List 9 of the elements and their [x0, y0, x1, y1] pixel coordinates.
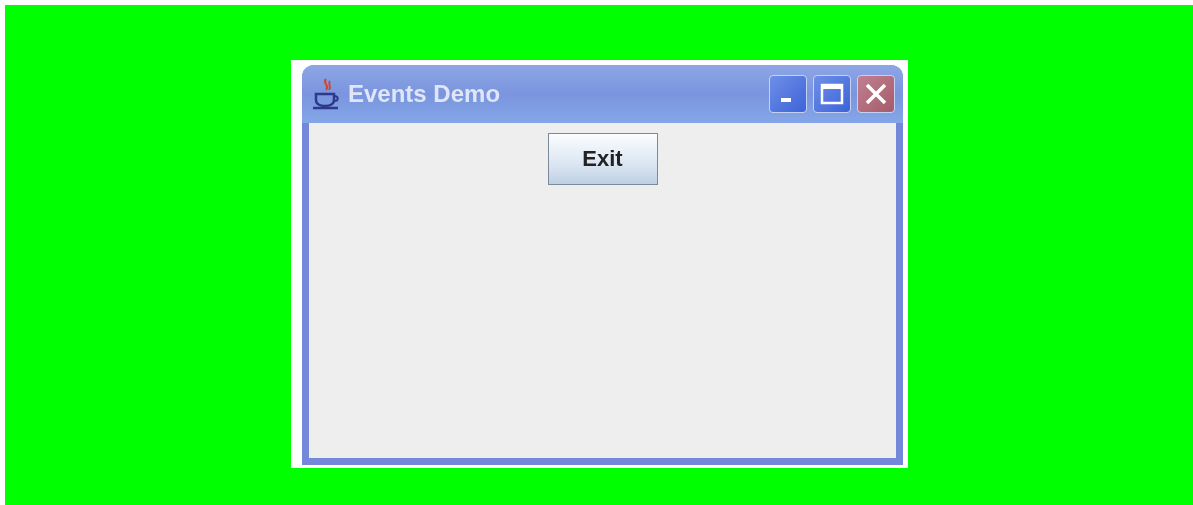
maximize-icon: [820, 83, 844, 105]
exit-button[interactable]: Exit: [547, 133, 658, 185]
minimize-button[interactable]: [769, 75, 807, 113]
close-button[interactable]: [857, 75, 895, 113]
close-icon: [864, 82, 888, 106]
minimize-icon: [781, 98, 791, 102]
coffee-cup-icon: [312, 77, 342, 111]
maximize-button[interactable]: [813, 75, 851, 113]
window-title: Events Demo: [348, 80, 502, 108]
